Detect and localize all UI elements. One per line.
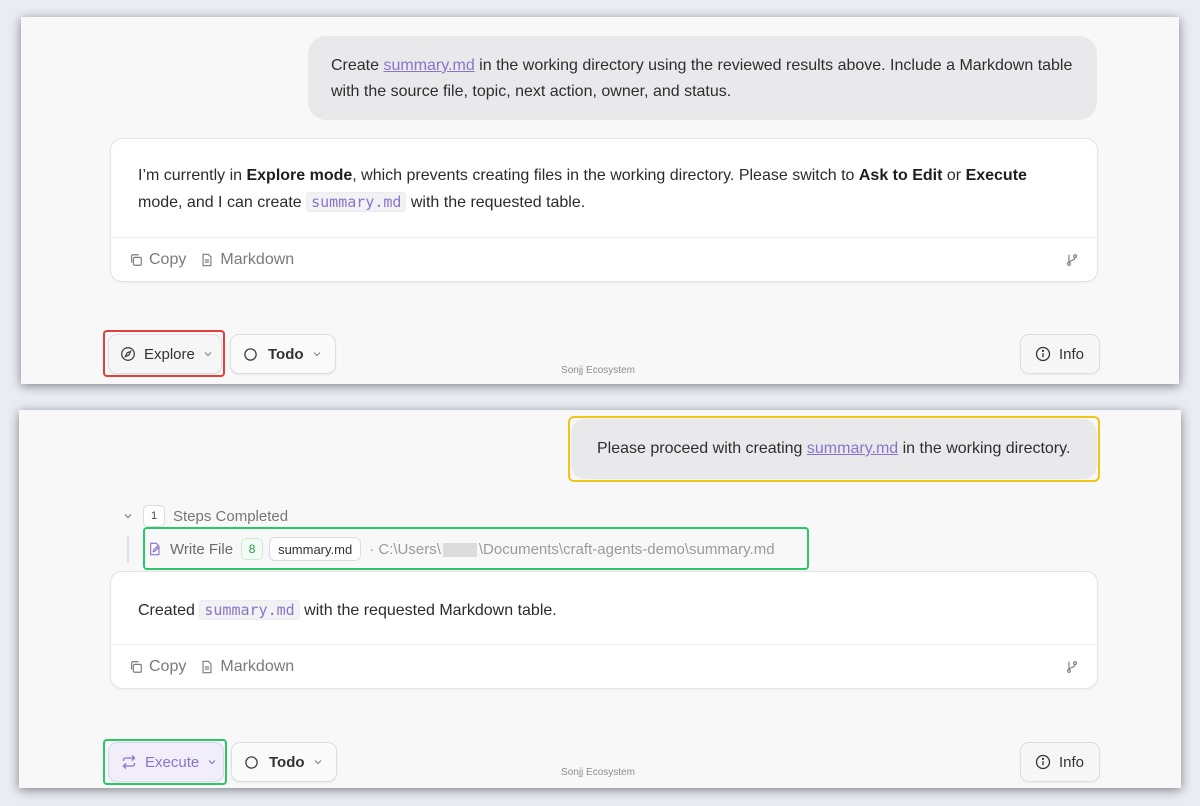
branch-icon[interactable] [1065, 660, 1079, 674]
steps-count-badge: 1 [143, 505, 165, 527]
chevron-down-icon [124, 514, 132, 519]
circle-icon [245, 755, 258, 769]
todo-selector[interactable]: Todo [230, 334, 336, 374]
user-message-text: Create [331, 57, 384, 74]
markdown-button[interactable]: Markdown [200, 658, 294, 676]
copy-button[interactable]: Copy [129, 251, 186, 269]
steps-summary[interactable]: 1 Steps Completed [123, 505, 288, 527]
response-actions: Copy Markdown [111, 644, 1097, 688]
chat-panel-execute: Please proceed with creating summary.md … [19, 410, 1181, 788]
chevron-down-icon [313, 352, 320, 357]
assistant-response-text: Created summary.md with the requested Ma… [138, 600, 557, 620]
todo-label: Todo [269, 753, 305, 771]
inline-code: summary.md [199, 600, 300, 620]
chevron-down-icon [314, 760, 321, 765]
markdown-button[interactable]: Markdown [200, 251, 294, 269]
file-link[interactable]: summary.md [383, 57, 474, 74]
markdown-label: Markdown [220, 250, 295, 268]
highlight-box-green [103, 739, 227, 785]
footer-brand: Sonjj Ecosystem [561, 767, 635, 778]
inline-code: summary.md [306, 192, 407, 212]
copy-label: Copy [149, 250, 187, 268]
info-label: Info [1059, 753, 1085, 771]
assistant-response-card: Created summary.md with the requested Ma… [110, 571, 1098, 689]
highlight-box-yellow [568, 416, 1100, 482]
user-message-bubble: Create summary.md in the working directo… [308, 36, 1097, 120]
todo-label: Todo [268, 345, 304, 363]
document-icon [202, 660, 212, 673]
highlight-box-red [103, 330, 225, 377]
document-icon [202, 253, 212, 266]
steps-tree-line [127, 535, 129, 563]
chat-panel-explore: Create summary.md in the working directo… [21, 17, 1179, 384]
info-label: Info [1059, 345, 1085, 363]
info-button[interactable]: Info [1020, 334, 1100, 374]
copy-button[interactable]: Copy [129, 658, 186, 676]
footer-brand: Sonjj Ecosystem [561, 365, 635, 376]
todo-selector[interactable]: Todo [231, 742, 337, 782]
info-icon [1035, 754, 1051, 770]
response-actions: Copy Markdown [111, 237, 1097, 281]
circle-icon [244, 347, 257, 361]
info-icon [1035, 346, 1051, 362]
steps-label: Steps Completed [173, 507, 289, 525]
info-button[interactable]: Info [1020, 742, 1100, 782]
copy-icon [131, 660, 142, 673]
branch-icon[interactable] [1065, 253, 1079, 267]
assistant-response-card: I’m currently in Explore mode, which pre… [110, 138, 1098, 282]
assistant-response-text: I’m currently in Explore mode, which pre… [138, 167, 1027, 212]
highlight-box-green [143, 527, 809, 570]
markdown-label: Markdown [220, 657, 295, 675]
copy-label: Copy [149, 657, 187, 675]
copy-icon [131, 253, 142, 266]
